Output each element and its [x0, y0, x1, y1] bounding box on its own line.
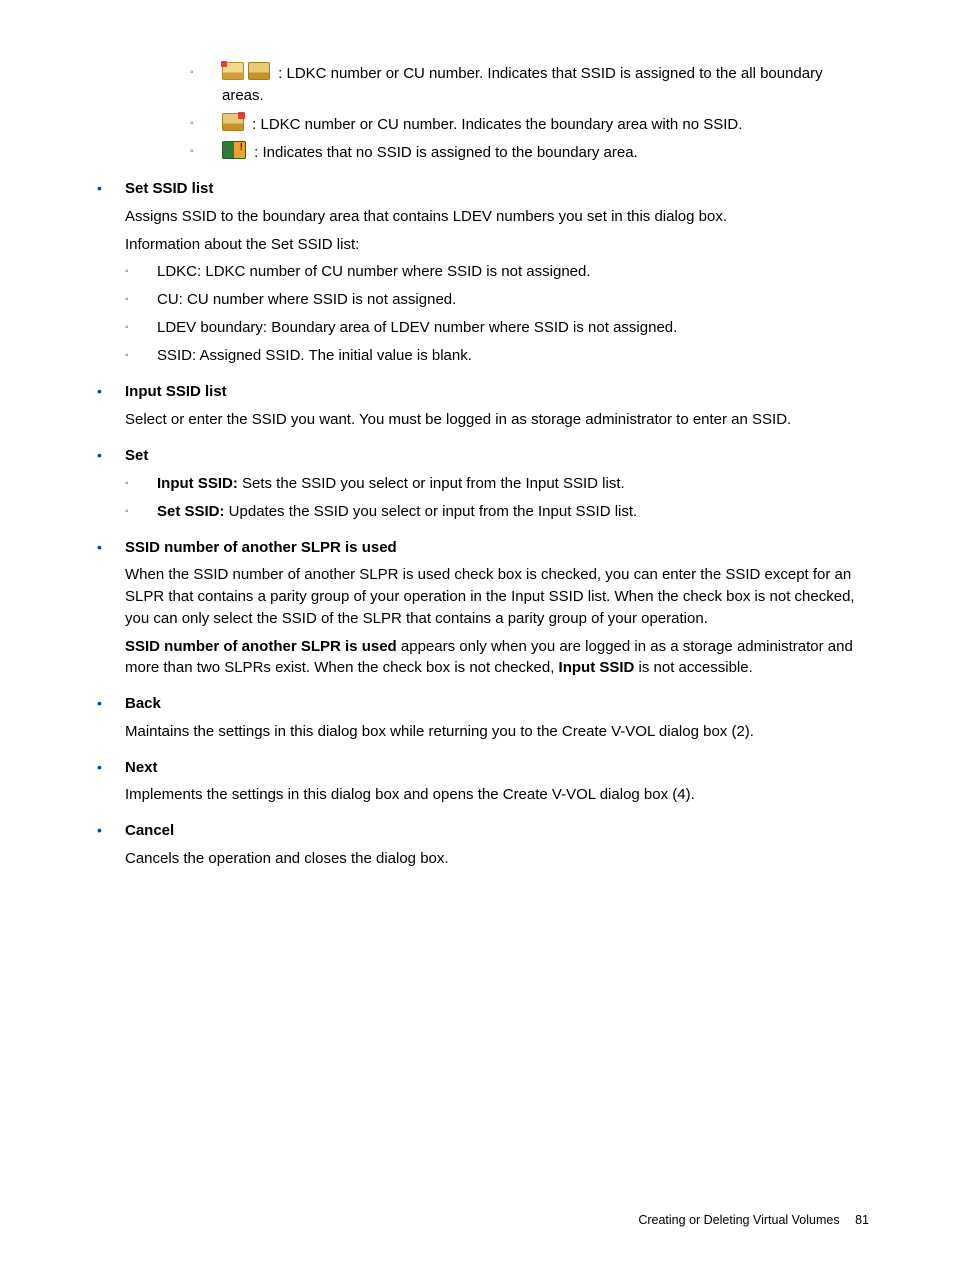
- sub-item: ◦ : LDKC number or CU number. Indicates …: [190, 62, 869, 107]
- paragraph: Assigns SSID to the boundary area that c…: [125, 206, 869, 228]
- sub-item-text: : Indicates that no SSID is assigned to …: [250, 144, 638, 161]
- sub-item: ◦ : Indicates that no SSID is assigned t…: [190, 141, 869, 164]
- sub-item-body: : Indicates that no SSID is assigned to …: [222, 141, 869, 164]
- bold-run: Set SSID:: [157, 503, 225, 520]
- bullet-content: SSID number of another SLPR is used When …: [125, 537, 869, 680]
- primary-bullet: •: [85, 537, 125, 680]
- sub-bullet: ◦: [125, 261, 157, 283]
- bullet-content: Set ◦Input SSID: Sets the SSID you select…: [125, 445, 869, 523]
- sub-item-body: SSID: Assigned SSID. The initial value i…: [157, 345, 869, 367]
- bullet-heading: Set SSID list: [125, 178, 869, 200]
- paragraph: Information about the Set SSID list:: [125, 234, 869, 256]
- bullet-item: •Cancel Cancels the operation and closes …: [85, 820, 869, 870]
- book-closed-icon: [248, 62, 270, 80]
- bullet-content: Next Implements the settings in this dial…: [125, 757, 869, 807]
- sub-item-text: : LDKC number or CU number. Indicates th…: [248, 116, 742, 133]
- sub-item: ◦SSID: Assigned SSID. The initial value …: [125, 345, 869, 367]
- sub-bullet: ◦: [125, 317, 157, 339]
- bullet-heading: Input SSID list: [125, 381, 869, 403]
- sub-item-body: CU: CU number where SSID is not assigned…: [157, 289, 869, 311]
- sub-bullet: ◦: [125, 473, 157, 495]
- sub-item-text: : LDKC number or CU number. Indicates th…: [222, 65, 823, 104]
- bold-run: Input SSID:: [157, 475, 238, 492]
- primary-bullet: •: [85, 757, 125, 807]
- sub-bullet: ◦: [125, 501, 157, 523]
- paragraph: Cancels the operation and closes the dia…: [125, 848, 869, 870]
- sub-item: ◦Input SSID: Sets the SSID you select or…: [125, 473, 869, 495]
- sub-bullet: ◦: [125, 345, 157, 367]
- paragraph: SSID number of another SLPR is used appe…: [125, 636, 869, 680]
- footer-title: Creating or Deleting Virtual Volumes: [638, 1213, 839, 1227]
- sub-bullet: ◦: [125, 289, 157, 311]
- sub-item-text: LDKC: LDKC number of CU number where SSI…: [157, 263, 591, 280]
- bullet-item: •Input SSID list Select or enter the SSID…: [85, 381, 869, 431]
- warn-icon: [222, 141, 246, 159]
- sub-item: ◦CU: CU number where SSID is not assigne…: [125, 289, 869, 311]
- primary-bullet: •: [85, 693, 125, 743]
- sub-item-body: : LDKC number or CU number. Indicates th…: [222, 113, 869, 136]
- bullet-heading: Set: [125, 445, 869, 467]
- sub-list: ◦Input SSID: Sets the SSID you select or…: [125, 473, 869, 523]
- paragraph: Maintains the settings in this dialog bo…: [125, 721, 869, 743]
- sub-bullet: ◦: [190, 113, 222, 136]
- page-body: ◦ : LDKC number or CU number. Indicates …: [0, 0, 954, 870]
- sub-item: ◦LDEV boundary: Boundary area of LDEV nu…: [125, 317, 869, 339]
- sub-item-text: Updates the SSID you select or input fro…: [225, 503, 638, 520]
- paragraph: Select or enter the SSID you want. You m…: [125, 409, 869, 431]
- bullet-content: Cancel Cancels the operation and closes t…: [125, 820, 869, 870]
- sub-item-body: LDEV boundary: Boundary area of LDEV num…: [157, 317, 869, 339]
- bullet-content: Set SSID list Assigns SSID to the boundar…: [125, 178, 869, 367]
- bullet-item: •Set SSID list Assigns SSID to the bounda…: [85, 178, 869, 367]
- page-footer: Creating or Deleting Virtual Volumes 81: [638, 1213, 869, 1227]
- primary-bullet: •: [85, 820, 125, 870]
- sub-item-body: LDKC: LDKC number of CU number where SSI…: [157, 261, 869, 283]
- sub-item-text: SSID: Assigned SSID. The initial value i…: [157, 347, 472, 364]
- bullet-content: Back Maintains the settings in this dialo…: [125, 693, 869, 743]
- sub-bullet: ◦: [190, 62, 222, 107]
- sub-item: ◦ : LDKC number or CU number. Indicates …: [190, 113, 869, 136]
- bullet-heading: Back: [125, 693, 869, 715]
- sub-item-body: : LDKC number or CU number. Indicates th…: [222, 62, 869, 107]
- sub-item-body: Input SSID: Sets the SSID you select or …: [157, 473, 869, 495]
- primary-bullet: •: [85, 178, 125, 367]
- sub-item: ◦Set SSID: Updates the SSID you select o…: [125, 501, 869, 523]
- bullet-item: •Next Implements the settings in this dia…: [85, 757, 869, 807]
- bullet-item: •Back Maintains the settings in this dial…: [85, 693, 869, 743]
- sub-item-body: Set SSID: Updates the SSID you select or…: [157, 501, 869, 523]
- bullet-heading: Next: [125, 757, 869, 779]
- paragraph: Implements the settings in this dialog b…: [125, 784, 869, 806]
- bullet-heading: SSID number of another SLPR is used: [125, 537, 869, 559]
- sub-bullet: ◦: [190, 141, 222, 164]
- sub-list: ◦LDKC: LDKC number of CU number where SS…: [125, 261, 869, 367]
- sub-item-text: Sets the SSID you select or input from t…: [238, 475, 625, 492]
- paragraph: When the SSID number of another SLPR is …: [125, 564, 869, 629]
- footer-page-number: 81: [855, 1213, 869, 1227]
- book-red-icon: [222, 113, 244, 131]
- book-open-icon: [222, 62, 244, 80]
- intro-sublist: ◦ : LDKC number or CU number. Indicates …: [85, 62, 869, 164]
- sub-item-text: CU: CU number where SSID is not assigned…: [157, 291, 456, 308]
- bullet-item: •Set ◦Input SSID: Sets the SSID you selec…: [85, 445, 869, 523]
- primary-bullet: •: [85, 381, 125, 431]
- bullet-content: Input SSID list Select or enter the SSID …: [125, 381, 869, 431]
- primary-bullet: •: [85, 445, 125, 523]
- bullet-item: •SSID number of another SLPR is used When…: [85, 537, 869, 680]
- sub-item-text: LDEV boundary: Boundary area of LDEV num…: [157, 319, 677, 336]
- text-run: is not accessible.: [634, 659, 752, 676]
- sub-item: ◦LDKC: LDKC number of CU number where SS…: [125, 261, 869, 283]
- bold-run: SSID number of another SLPR is used: [125, 638, 397, 655]
- bullet-heading: Cancel: [125, 820, 869, 842]
- bold-run: Input SSID: [559, 659, 635, 676]
